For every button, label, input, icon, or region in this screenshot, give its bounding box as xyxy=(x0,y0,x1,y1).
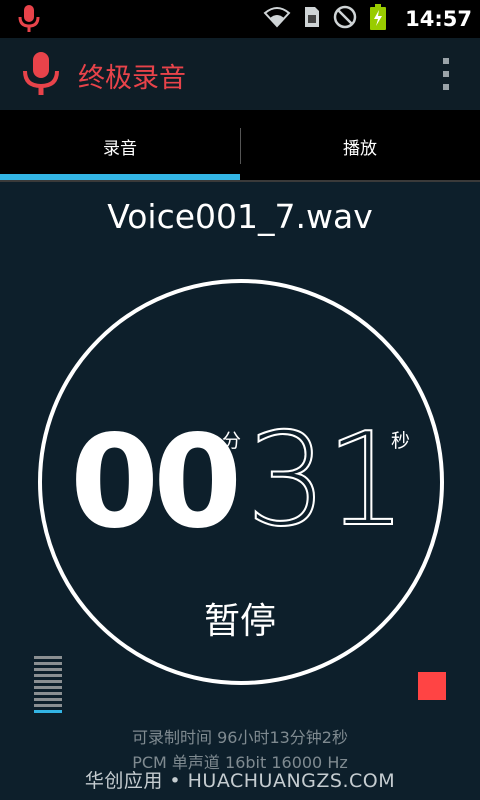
recording-filename: Voice001_7.wav xyxy=(107,197,373,236)
level-bar xyxy=(34,674,62,677)
remaining-time-text: 可录制时间 96小时13分钟2秒 xyxy=(132,728,348,747)
action-bar: 终极录音 xyxy=(0,38,480,110)
timer-minutes: 00 xyxy=(70,408,242,557)
level-bar xyxy=(34,656,62,659)
app-title: 终极录音 xyxy=(78,63,186,94)
sim-icon xyxy=(303,6,321,32)
status-bar: 14:57 xyxy=(0,0,480,38)
overflow-menu-icon[interactable] xyxy=(440,58,452,90)
microphone-notification-icon xyxy=(18,5,40,37)
tab-record-label: 录音 xyxy=(103,138,137,159)
pause-button[interactable]: 暂停 xyxy=(0,592,480,644)
minutes-unit-label: 分 xyxy=(222,430,242,452)
audio-level-meter xyxy=(34,656,62,716)
status-clock: 14:57 xyxy=(405,7,472,31)
timer-seconds-value: 31 xyxy=(245,406,408,555)
tabs-bottom-line xyxy=(0,180,480,182)
level-bar xyxy=(34,692,62,695)
tab-playback-label: 播放 xyxy=(343,138,377,159)
battery-charging-icon xyxy=(369,4,387,34)
level-bar xyxy=(34,710,62,713)
tab-divider xyxy=(240,128,241,164)
wifi-icon xyxy=(263,6,291,32)
microphone-icon xyxy=(22,52,60,100)
level-bar xyxy=(34,704,62,707)
seconds-unit-label: 秒 xyxy=(391,430,411,452)
level-bar xyxy=(34,686,62,689)
level-bar xyxy=(34,668,62,671)
level-bar xyxy=(34,698,62,701)
stop-icon[interactable] xyxy=(418,672,446,700)
do-not-disturb-icon xyxy=(333,5,357,33)
tab-record[interactable]: 录音 xyxy=(0,110,240,182)
watermark-text: 华创应用 • HUACHUANGZS.COM xyxy=(84,770,396,792)
tab-playback[interactable]: 播放 xyxy=(240,110,480,182)
timer-seconds: 31 xyxy=(245,415,408,547)
level-bar xyxy=(34,662,62,665)
level-bar xyxy=(34,680,62,683)
